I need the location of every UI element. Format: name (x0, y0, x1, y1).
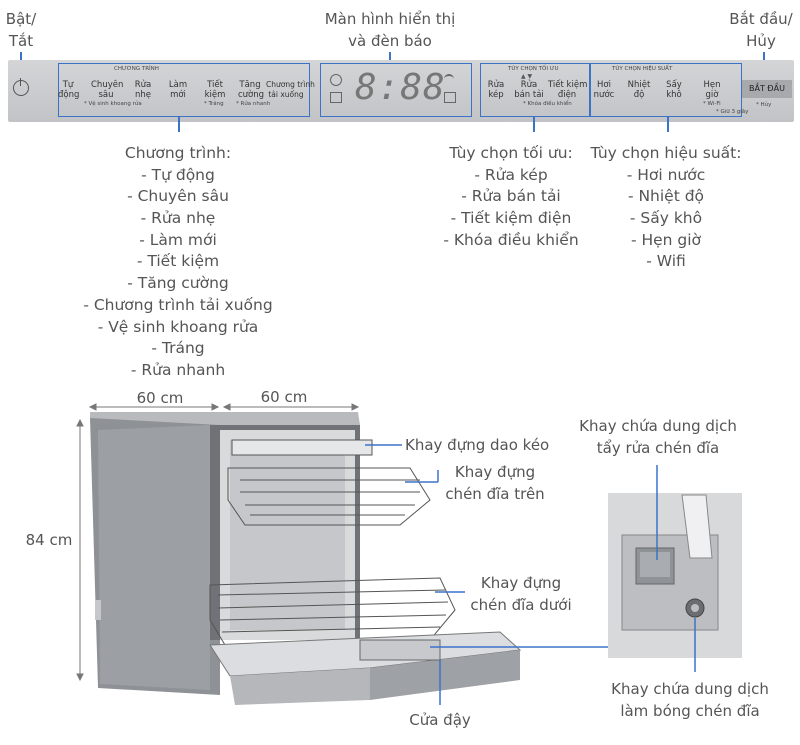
depth-dimension: 60 cm (260, 388, 308, 406)
rinse-aid-label: Khay chứa dung dịch làm bóng chén đĩa (611, 680, 769, 720)
upper-rack-label: Khay đựng chén đĩa trên (445, 463, 545, 503)
cutlery-tray-label: Khay đựng dao kéo (405, 436, 550, 454)
dishwasher-illustration (76, 403, 742, 705)
height-dimension: 84 cm (25, 531, 73, 549)
dishwasher-diagram: Bật/Tắt Màn hình hiển thị và đèn báo Bắt … (0, 0, 800, 745)
lower-rack-label: Khay đựng chén đĩa dưới (470, 574, 572, 614)
width-dimension: 60 cm (136, 389, 184, 407)
detergent-label: Khay chứa dung dịch tẩy rửa chén đĩa (579, 417, 737, 457)
door-label: Cửa đậy (409, 711, 471, 729)
